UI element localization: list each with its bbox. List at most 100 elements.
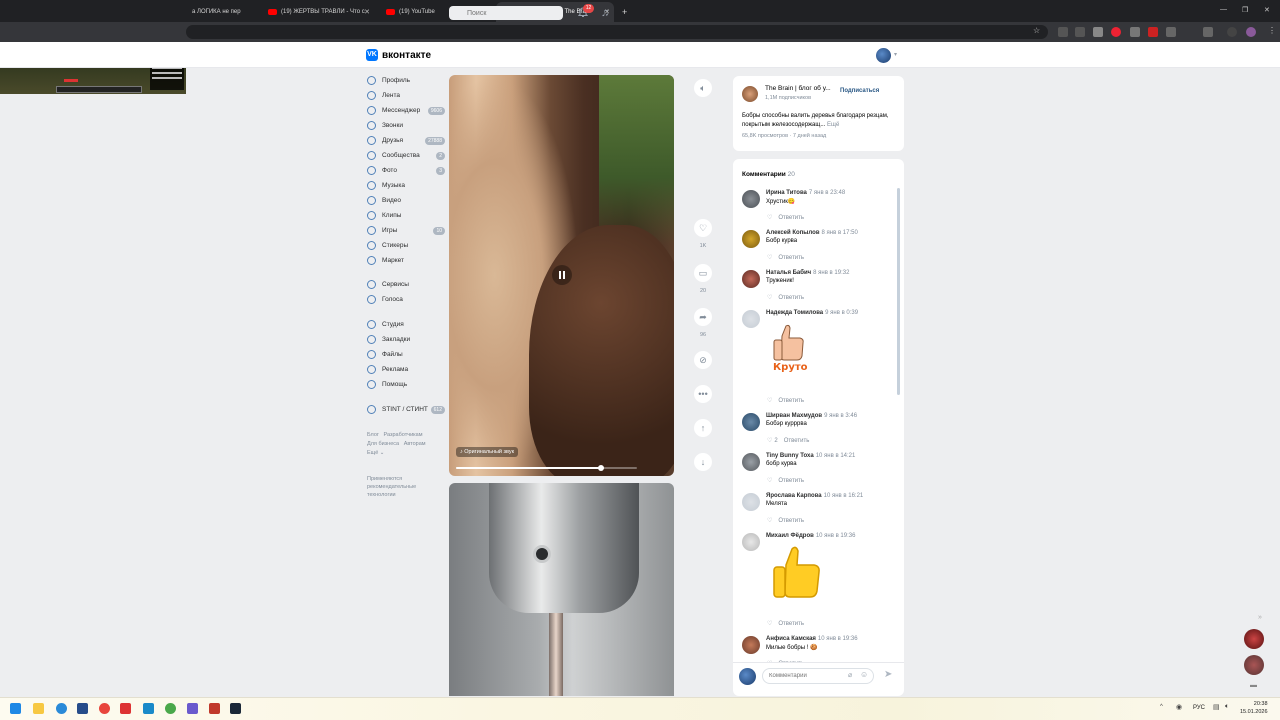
more-button[interactable]: ••• bbox=[694, 385, 712, 403]
file-explorer-icon[interactable] bbox=[33, 703, 44, 714]
minimize-icon[interactable]: — bbox=[1220, 6, 1227, 13]
new-tab-button[interactable]: + bbox=[616, 2, 630, 22]
browser-tab[interactable]: а ЛОГИКА не пер bbox=[186, 2, 260, 22]
sidebar-item[interactable]: Друзья 27888 bbox=[367, 134, 445, 147]
comment-author[interactable]: Ширван Махмудов 9 янв в 3:46 bbox=[766, 413, 857, 419]
comment-avatar[interactable] bbox=[742, 453, 760, 471]
comment-date[interactable]: 10 янв в 19:36 bbox=[818, 636, 858, 642]
sidebar-item[interactable]: Реклама bbox=[367, 363, 445, 376]
recommend-note[interactable]: Применяются рекомендательные технологии bbox=[367, 475, 429, 499]
vk-logo[interactable]: VK вконтакте bbox=[366, 49, 431, 61]
extension-icon[interactable] bbox=[1130, 27, 1140, 37]
channel-name[interactable]: The Brain | блог об у... bbox=[765, 85, 837, 92]
close-window-icon[interactable]: ✕ bbox=[1264, 6, 1270, 14]
video-progress-knob[interactable] bbox=[597, 465, 604, 471]
comment-reply-link[interactable]: Ответить bbox=[778, 518, 804, 524]
sidebar-item[interactable]: Видео bbox=[367, 194, 445, 207]
steam-icon[interactable] bbox=[230, 703, 241, 714]
channel-avatar[interactable] bbox=[742, 86, 758, 102]
comment-avatar[interactable] bbox=[742, 493, 760, 511]
comment-date[interactable]: 9 янв в 3:46 bbox=[824, 413, 857, 419]
music-icon[interactable]: ♫ bbox=[601, 7, 609, 19]
comment-reply-link[interactable]: Ответить bbox=[778, 478, 804, 484]
extensions-puzzle-icon[interactable] bbox=[1203, 27, 1213, 37]
send-icon[interactable]: ➤ bbox=[884, 669, 892, 680]
comment-reply-link[interactable]: Ответить bbox=[778, 621, 804, 627]
app-icon[interactable] bbox=[165, 703, 176, 714]
dislike-button[interactable]: ⊘ bbox=[694, 351, 712, 369]
app-icon[interactable] bbox=[209, 703, 220, 714]
comments-button[interactable]: ▭ bbox=[694, 264, 712, 282]
comment-author-name[interactable]: Ирина Титова bbox=[766, 190, 807, 196]
next-clip-video[interactable] bbox=[449, 483, 674, 696]
system-clock[interactable]: 20:38 15.01.2026 bbox=[1240, 700, 1268, 716]
telegram-icon[interactable] bbox=[143, 703, 154, 714]
sidebar-item[interactable]: Лента bbox=[367, 89, 445, 102]
extension-icon[interactable] bbox=[1111, 27, 1121, 37]
comment-date[interactable]: 7 янв в 23:48 bbox=[809, 190, 845, 196]
language-indicator[interactable]: РУС bbox=[1193, 705, 1205, 711]
comment-author[interactable]: Наталья Бабич 8 янв в 19:32 bbox=[766, 270, 849, 276]
comment-avatar[interactable] bbox=[742, 413, 760, 431]
extension-icon[interactable] bbox=[1148, 27, 1158, 37]
comment-date[interactable]: 10 янв в 14:21 bbox=[816, 453, 856, 459]
comment-author[interactable]: Надежда Томилова 9 янв в 0:39 bbox=[766, 310, 858, 316]
comment-author-name[interactable]: Ширван Махмудов bbox=[766, 413, 822, 419]
comment-like-icon[interactable]: ♡ bbox=[767, 398, 772, 404]
share-button[interactable]: ➦ bbox=[694, 308, 712, 326]
close-tab-icon[interactable]: ✕ bbox=[364, 8, 370, 16]
comment-like-icon[interactable]: ♡ bbox=[767, 215, 772, 221]
comment-like-icon[interactable]: ♡ bbox=[767, 621, 772, 627]
comment-reply-link[interactable]: Ответить bbox=[778, 215, 804, 221]
comment-author[interactable]: Анфиса Камская 10 янв в 19:36 bbox=[766, 636, 858, 642]
sidebar-item[interactable]: Сервисы bbox=[367, 278, 445, 291]
volume-button[interactable]: 🔈︎ bbox=[694, 79, 712, 97]
sidebar-item[interactable]: Фото 3 bbox=[367, 164, 445, 177]
comments-scrollbar[interactable] bbox=[897, 188, 900, 395]
profile-icon[interactable] bbox=[1227, 27, 1237, 37]
url-field[interactable] bbox=[186, 25, 1048, 39]
extension-icon[interactable] bbox=[1058, 27, 1068, 37]
comment-like-icon[interactable]: ♡ bbox=[767, 478, 772, 484]
comment-author-name[interactable]: Анфиса Камская bbox=[766, 636, 816, 642]
browser-tab[interactable]: (19) ЖЕРТВЫ ТРАВЛИ - Что с ✕ bbox=[262, 2, 374, 22]
next-clip-button[interactable]: ↓ bbox=[694, 453, 712, 471]
avatar[interactable] bbox=[876, 48, 891, 63]
maximize-icon[interactable]: ❐ bbox=[1242, 6, 1248, 14]
sidebar-item[interactable]: Мессенджер 9606 bbox=[367, 104, 445, 117]
extension-icon[interactable] bbox=[1093, 27, 1103, 37]
comment-reply-link[interactable]: Ответить bbox=[778, 398, 804, 404]
comment-author-name[interactable]: Алексей Копылов bbox=[766, 230, 820, 236]
sidebar-item[interactable]: Голоса bbox=[367, 293, 445, 306]
comment-author-name[interactable]: Михаил Фёдров bbox=[766, 533, 814, 539]
chat-bubble-avatar[interactable] bbox=[1244, 655, 1264, 675]
sidebar-item[interactable]: Стикеры bbox=[367, 239, 445, 252]
sidebar-item[interactable]: Маркет bbox=[367, 254, 445, 267]
footer-link-blog[interactable]: Блог bbox=[367, 432, 379, 438]
sidebar-item[interactable]: Закладки bbox=[367, 333, 445, 346]
sidebar-item[interactable]: STINT / СТИНТ 612 bbox=[367, 403, 445, 416]
comment-date[interactable]: 8 янв в 19:32 bbox=[813, 270, 849, 276]
chevron-down-icon[interactable]: ▾ bbox=[894, 51, 897, 58]
comment-avatar[interactable] bbox=[742, 636, 760, 654]
sidebar-item[interactable]: Профиль bbox=[367, 74, 445, 87]
comment-avatar[interactable] bbox=[742, 230, 760, 248]
tray-chevron-icon[interactable]: ^ bbox=[1160, 704, 1163, 710]
footer-link-authors[interactable]: Авторам bbox=[404, 441, 426, 447]
bookmark-star-icon[interactable]: ☆ bbox=[1033, 26, 1040, 35]
sidebar-item[interactable]: Студия bbox=[367, 318, 445, 331]
comment-input[interactable] bbox=[762, 668, 874, 684]
comment-avatar[interactable] bbox=[742, 190, 760, 208]
extension-icon[interactable] bbox=[1075, 27, 1085, 37]
comment-author[interactable]: Ярослава Карпова 10 янв в 16:21 bbox=[766, 493, 863, 499]
pause-button[interactable] bbox=[552, 265, 572, 285]
comment-author[interactable]: Tiny Bunny Тоха 10 янв в 14:21 bbox=[766, 453, 855, 459]
network-icon[interactable]: ▤ bbox=[1213, 703, 1220, 711]
footer-link-business[interactable]: Для бизнеса bbox=[367, 441, 399, 447]
comment-reply-link[interactable]: Ответить bbox=[778, 295, 804, 301]
sidebar-item[interactable]: Файлы bbox=[367, 348, 445, 361]
profile-avatar-icon[interactable] bbox=[1246, 27, 1256, 37]
comment-like-icon[interactable]: ♡ bbox=[767, 255, 772, 261]
comment-author[interactable]: Ирина Титова 7 янв в 23:48 bbox=[766, 190, 845, 196]
comment-date[interactable]: 8 янв в 17:50 bbox=[822, 230, 858, 236]
